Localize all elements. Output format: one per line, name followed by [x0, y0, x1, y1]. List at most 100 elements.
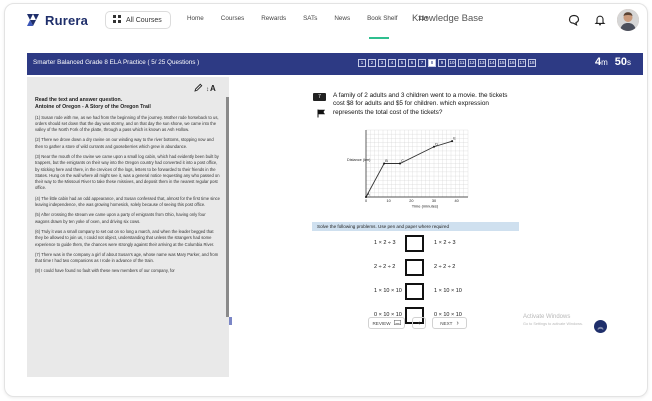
bell-icon[interactable]: [590, 10, 610, 30]
all-courses-label: All Courses: [126, 16, 162, 24]
passage-source: Antoine of Oregon - A Story of the Orego…: [35, 103, 151, 110]
expression-right: 2 ÷ 2 ÷ 2: [434, 264, 456, 270]
x-axis-label: Time (minutes): [412, 204, 439, 209]
nav-link-news[interactable]: News: [334, 15, 350, 22]
chat-icon[interactable]: [564, 10, 584, 30]
question-nav-item[interactable]: 10: [448, 59, 456, 67]
nav-link-sats[interactable]: SATs: [303, 15, 317, 22]
x-tick-label: 20: [409, 199, 413, 203]
progress-indicator: [369, 37, 389, 39]
passage-scroll-area[interactable]: Read the text and answer question. Antoi…: [35, 97, 221, 372]
question-nav-item[interactable]: 6: [408, 59, 416, 67]
y-axis-label: Distance (km): [347, 158, 371, 162]
expression-right: 1 × 2 ÷ 3: [434, 240, 456, 246]
top-navigation: Rurera All Courses Home Courses Rewards …: [5, 4, 647, 36]
point-label: E: [453, 137, 456, 141]
x-tick-label: 0: [365, 199, 367, 203]
next-label: NEXT: [440, 320, 453, 326]
question-nav-item[interactable]: 7: [418, 59, 426, 67]
double-chevron-up-icon: ︽: [597, 325, 604, 331]
all-courses-button[interactable]: All Courses: [105, 11, 171, 29]
passage-paragraph: (5) After crossing the stream we came up…: [35, 212, 206, 224]
timer-seconds: 50s: [614, 56, 631, 68]
passage-instruction: Read the text and answer question.: [35, 97, 123, 103]
solve-instruction: Solve the following problems. Use pen an…: [312, 222, 519, 231]
review-button[interactable]: REVIEW: [368, 317, 405, 329]
timer-minutes: 4m: [594, 56, 608, 68]
expression-right: 1 × 10 × 10: [434, 288, 462, 294]
passage-paragraph: (8) I could have found no fault with the…: [35, 268, 175, 274]
point-label: C: [401, 159, 404, 163]
windows-activation-watermark: Activate Windows Go to Settings to activ…: [523, 314, 583, 326]
point-label: B: [385, 159, 388, 163]
passage-paragraphs: (1) Susan rode with me, as we had from t…: [35, 115, 221, 275]
passage-paragraph: (3) Near the mouth of the ravine we came…: [35, 153, 220, 191]
question-nav-item[interactable]: 13: [478, 59, 486, 67]
nav-link-home[interactable]: Home: [187, 15, 204, 22]
quiz-title: Smarter Balanced Grade 8 ELA Practice ( …: [33, 59, 200, 66]
passage-scrollbar[interactable]: [226, 97, 229, 317]
nav-link-knowledge-base[interactable]: Knowledge Base: [412, 13, 483, 24]
question-nav-item[interactable]: 9: [438, 59, 446, 67]
reading-passage-panel: ↕ A Read the text and answer question. An…: [27, 77, 229, 377]
question-nav-item[interactable]: 2: [368, 59, 376, 67]
question-nav-item[interactable]: 11: [458, 59, 466, 67]
question-number-badge: 7: [313, 93, 326, 101]
expression-left: 2 ÷ 2 ÷ 2: [374, 264, 396, 270]
x-tick-label: 30: [432, 199, 436, 203]
quiz-header-bar: Smarter Balanced Grade 8 ELA Practice ( …: [27, 53, 643, 75]
reading-tools: ↕ A: [194, 83, 217, 94]
answer-box[interactable]: [405, 283, 424, 300]
point-label: D: [435, 142, 438, 146]
scroll-to-top-button[interactable]: ︽: [594, 320, 607, 333]
nav-link-rewards[interactable]: Rewards: [261, 15, 286, 22]
expression-left: 1 × 10 × 10: [374, 288, 402, 294]
review-label: REVIEW: [372, 320, 391, 326]
font-size-icon[interactable]: ↕ A: [206, 83, 217, 94]
svg-text:↕: ↕: [206, 87, 209, 92]
passage-paragraph: (1) Susan rode with me, as we had from t…: [35, 114, 219, 133]
question-text: A family of 2 adults and 3 children went…: [333, 92, 508, 116]
next-button[interactable]: NEXT ›: [432, 317, 467, 329]
question-nav-item[interactable]: 8: [428, 59, 436, 67]
question-nav-item[interactable]: 14: [488, 59, 496, 67]
user-avatar[interactable]: [617, 9, 639, 31]
grid-icon: [113, 15, 121, 25]
brand-name: Rurera: [45, 12, 89, 28]
passage-paragraph: (4) The little cabin had an odd appearan…: [35, 195, 220, 208]
question-nav-item[interactable]: 18: [528, 59, 536, 67]
passage-paragraph: (2) There we drove down a dry ravine on …: [35, 137, 214, 149]
x-tick-label: 10: [387, 199, 391, 203]
answer-box[interactable]: [405, 235, 424, 252]
brand-logo[interactable]: Rurera: [25, 12, 88, 28]
expression-left: 1 × 2 ÷ 3: [374, 240, 396, 246]
question-nav-item[interactable]: 12: [468, 59, 476, 67]
nav-links: Home Courses Rewards SATs News Book Shel…: [187, 15, 428, 22]
rurera-logo-icon: [25, 12, 41, 28]
question-navigator: 1 2 3 4 5 6 7 8 9 10 11 12 13 14 15 16 17 18: [358, 59, 536, 67]
distance-time-graph: 0 10 20 30 40 Time (minutes) Distance (km) A B C D…: [347, 129, 469, 209]
question-nav-item[interactable]: 15: [498, 59, 506, 67]
question-nav-item[interactable]: 17: [518, 59, 526, 67]
question-nav-item[interactable]: 4: [388, 59, 396, 67]
passage-paragraph: (7) There was in the company a girl of a…: [35, 251, 219, 264]
timer: 4m 50s: [595, 56, 631, 68]
answer-box[interactable]: [405, 259, 424, 276]
previous-button[interactable]: ‹: [412, 317, 426, 329]
passage-paragraph: (6) Truly it was a small company to set …: [35, 228, 215, 247]
point-label: A: [367, 193, 370, 197]
panel-resize-handle[interactable]: [229, 317, 232, 325]
svg-text:A: A: [210, 84, 216, 92]
x-tick-label: 40: [455, 199, 459, 203]
keyboard-icon: [393, 320, 401, 326]
chevron-left-icon: ‹: [417, 319, 421, 327]
chevron-right-icon: ›: [456, 319, 459, 327]
app-window: Rurera All Courses Home Courses Rewards …: [4, 3, 648, 397]
question-nav-item[interactable]: 16: [508, 59, 516, 67]
nav-link-courses[interactable]: Courses: [221, 15, 244, 22]
question-nav-item[interactable]: 1: [358, 59, 366, 67]
pen-icon[interactable]: [194, 83, 203, 94]
question-nav-item[interactable]: 3: [378, 59, 386, 67]
flag-icon[interactable]: [317, 105, 326, 118]
question-nav-item[interactable]: 5: [398, 59, 406, 67]
